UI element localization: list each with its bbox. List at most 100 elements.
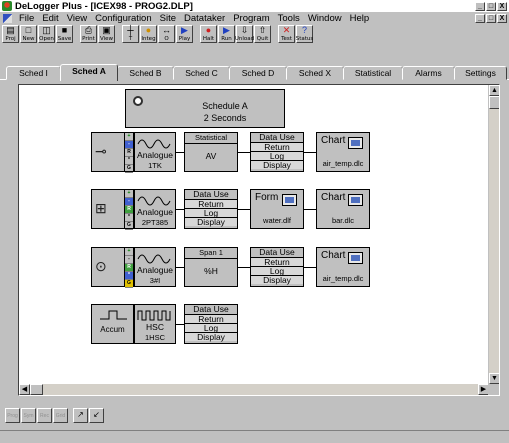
doc-minimize-button[interactable]: _ — [475, 13, 485, 23]
app-logo-icon — [2, 1, 12, 11]
folder-icon: ▤ — [6, 25, 15, 35]
data-use-block-1[interactable]: Data Use Return Log Display — [250, 132, 304, 172]
quit-icon: ⇧ — [258, 25, 267, 35]
unload-button[interactable]: ⇩ Unload — [235, 25, 254, 43]
menu-datataker[interactable]: Datataker — [180, 13, 229, 24]
scroll-up-button[interactable]: ▲ — [489, 85, 499, 96]
grid-button[interactable]: Grid — [53, 408, 68, 423]
tab-statistical[interactable]: Statistical — [343, 66, 403, 80]
minimize-button[interactable]: _ — [475, 1, 485, 11]
current-sensor[interactable]: ⊙ + - R * G — [91, 247, 134, 288]
prog-button[interactable]: Prog — [5, 408, 20, 423]
statistical-block[interactable]: Statistical AV — [184, 132, 238, 172]
status-button[interactable]: ? Status — [296, 25, 313, 43]
rtd-sensor[interactable]: ⊞ + - R * G — [91, 189, 134, 230]
scroll-thumb[interactable] — [489, 96, 499, 109]
span-block[interactable]: Span 1 %H — [184, 247, 238, 287]
pulse-train-icon — [137, 310, 171, 321]
analogue-channel-2[interactable]: Analogue 2PT385 — [134, 189, 176, 229]
rec-button[interactable]: Rec — [37, 408, 52, 423]
hsc-channel[interactable]: HSC 1HSC — [134, 304, 176, 344]
test-button[interactable]: ✕ Test — [278, 25, 295, 43]
document-icon[interactable] — [3, 13, 12, 23]
o-button[interactable]: ↔ O — [158, 25, 175, 43]
t-button[interactable]: ┼ T — [122, 25, 139, 43]
doc-restore-button[interactable]: □ — [486, 13, 496, 23]
shrink-icon[interactable]: ↙ — [89, 408, 104, 423]
view-button[interactable]: ▣ View — [98, 25, 115, 43]
menu-file[interactable]: File — [15, 13, 38, 24]
analogue-channel-1[interactable]: Analogue 1TK — [134, 132, 176, 172]
vertical-scrollbar[interactable]: ▲ ▼ — [488, 85, 499, 384]
proj-button[interactable]: ▤ Proj — [2, 25, 19, 43]
o-icon: ↔ — [162, 25, 171, 35]
open-folder-icon: ◫ — [42, 25, 51, 35]
menu-site[interactable]: Site — [156, 13, 180, 24]
run-icon: ▶ — [223, 25, 230, 35]
scroll-down-button[interactable]: ▼ — [489, 373, 499, 384]
program-canvas[interactable]: Schedule A 2 Seconds ⊸ + - R * G Analogu… — [18, 84, 500, 396]
menu-window[interactable]: Window — [304, 13, 346, 24]
horizontal-scrollbar[interactable]: ◀ ▶ — [19, 384, 489, 395]
window-title: DeLogger Plus - [ICEX98 - PROG2.DLP] — [15, 0, 193, 12]
save-button[interactable]: ■ Save — [56, 25, 73, 43]
analogue-channel-3[interactable]: Analogue 3#I — [134, 247, 176, 287]
tab-sched-x[interactable]: Sched X — [286, 66, 344, 80]
thermocouple-sensor[interactable]: ⊸ + - R * G — [91, 132, 134, 173]
menu-help[interactable]: Help — [346, 13, 374, 24]
menu-configuration[interactable]: Configuration — [91, 13, 156, 24]
schedule-header[interactable]: Schedule A 2 Seconds — [125, 89, 285, 128]
play-button[interactable]: ▶ Play — [176, 25, 193, 43]
new-file-icon: □ — [25, 25, 32, 35]
computer-icon — [348, 252, 363, 264]
terminal-bars: + - R * G — [124, 133, 133, 173]
data-use-block-4[interactable]: Data Use Return Log Display — [184, 304, 238, 344]
tab-sched-c[interactable]: Sched C — [173, 66, 230, 80]
computer-icon — [348, 137, 363, 149]
open-button[interactable]: ◫ Open — [38, 25, 55, 43]
thermocouple-icon: ⊸ — [95, 143, 107, 159]
close-button[interactable]: X — [497, 1, 507, 11]
clock-icon — [133, 96, 143, 106]
menu-program[interactable]: Program — [229, 13, 273, 24]
rtd-icon: ⊞ — [95, 200, 107, 216]
data-use-block-3[interactable]: Data Use Return Log Display — [250, 247, 304, 287]
tab-alarms[interactable]: Alarms — [402, 66, 455, 80]
waveform-icon — [137, 196, 171, 206]
menu-view[interactable]: View — [63, 13, 91, 24]
play-icon: ▶ — [181, 25, 188, 35]
doc-close-button[interactable]: X — [497, 13, 507, 23]
ruler-icon: ┼ — [127, 25, 134, 35]
bottom-toolbar: Prog Sym Rec Grid ↗ ↙ — [0, 404, 509, 428]
tab-sched-d[interactable]: Sched D — [229, 66, 287, 80]
halt-button[interactable]: ● Halt — [200, 25, 217, 43]
run-button[interactable]: ▶ Run — [218, 25, 235, 43]
expand-icon[interactable]: ↗ — [73, 408, 88, 423]
hscroll-thumb[interactable] — [30, 384, 43, 395]
menu-edit[interactable]: Edit — [38, 13, 62, 24]
integ-button[interactable]: ● Integ — [140, 25, 157, 43]
tab-sched-b[interactable]: Sched B — [117, 66, 174, 80]
sym-button[interactable]: Sym — [21, 408, 36, 423]
chart-output-1[interactable]: Chart air_temp.dlc — [316, 132, 370, 172]
chart-output-3[interactable]: Chart air_temp.dlc — [316, 247, 370, 287]
scroll-left-button[interactable]: ◀ — [19, 384, 30, 395]
status-icon: ? — [301, 25, 307, 35]
accumulator-sensor[interactable]: Accum — [91, 304, 134, 344]
toolbar: ▤ Proj □ New ◫ Open ■ Save ⎙ Print ▣ View ┼ T ●… — [0, 25, 509, 45]
chart-output-2[interactable]: Chart bar.dlc — [316, 189, 370, 229]
test-icon: ✕ — [282, 25, 291, 35]
tab-settings[interactable]: Settings — [454, 66, 507, 80]
data-use-block-2[interactable]: Data Use Return Log Display — [184, 189, 238, 229]
new-button[interactable]: □ New — [20, 25, 37, 43]
quit-button[interactable]: ⇧ Quit — [254, 25, 271, 43]
pulse-icon — [100, 310, 127, 320]
print-button[interactable]: ⎙ Print — [80, 25, 97, 43]
maximize-button[interactable]: □ — [486, 1, 496, 11]
tab-sched-a[interactable]: Sched A — [60, 64, 118, 81]
form-output[interactable]: Form water.dlf — [250, 189, 304, 229]
menu-tools[interactable]: Tools — [274, 13, 304, 24]
schedule-tabs: Sched I Sched A Sched B Sched C Sched D … — [0, 64, 509, 81]
tab-sched-i[interactable]: Sched I — [6, 66, 61, 80]
waveform-icon — [137, 254, 171, 264]
